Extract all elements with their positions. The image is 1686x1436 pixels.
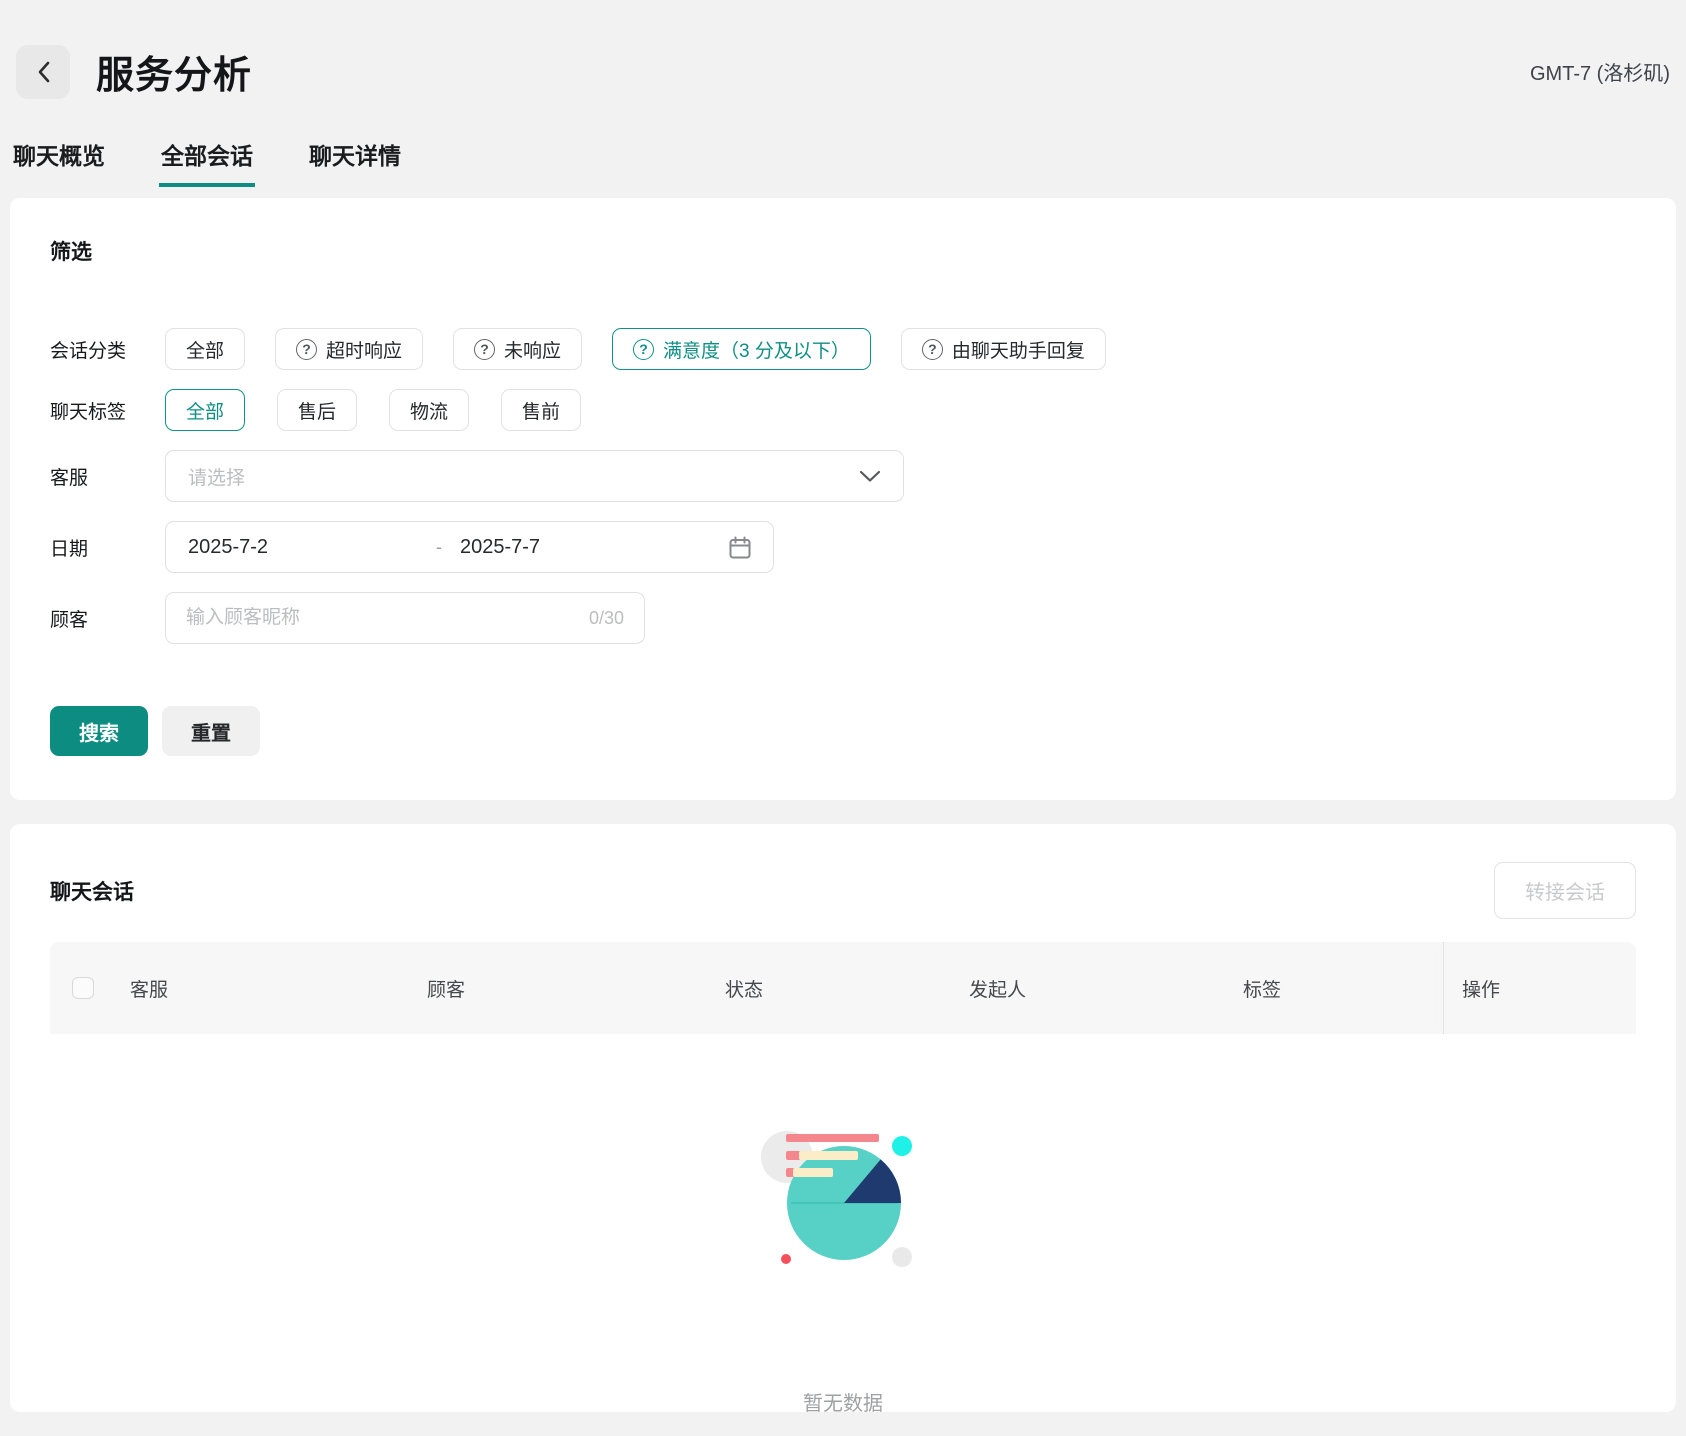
filter-title: 筛选 bbox=[50, 236, 1636, 266]
agent-select[interactable]: 请选择 bbox=[165, 450, 904, 502]
column-header: 标签 bbox=[1243, 975, 1281, 1002]
tag-chip[interactable]: 物流 bbox=[389, 389, 469, 431]
category-chip[interactable]: ? 由聊天助手回复 bbox=[901, 328, 1106, 370]
category-chips: 全部 ? 超时响应 ? 未响应 ? 满意度（3 分及以下） bbox=[165, 328, 1106, 370]
category-chip[interactable]: ? 未响应 bbox=[453, 328, 582, 370]
chip-label: 全部 bbox=[186, 336, 224, 363]
filter-row-date: 日期 2025-7-2 - 2025-7-7 bbox=[50, 521, 1636, 573]
tab-label: 聊天详情 bbox=[309, 143, 401, 169]
sessions-table: 客服 顾客 状态 发起人 标签 操作 bbox=[50, 942, 1636, 1410]
chip-label: 由聊天助手回复 bbox=[952, 336, 1085, 363]
tab-label: 聊天概览 bbox=[13, 143, 105, 169]
transfer-session-button[interactable]: 转接会话 bbox=[1494, 862, 1636, 919]
char-counter: 0/30 bbox=[589, 608, 624, 629]
sessions-title: 聊天会话 bbox=[50, 876, 134, 906]
date-range-picker[interactable]: 2025-7-2 - 2025-7-7 bbox=[165, 521, 774, 573]
reset-button[interactable]: 重置 bbox=[162, 706, 260, 756]
question-circle-icon: ? bbox=[296, 339, 317, 360]
page-title: 服务分析 bbox=[96, 44, 252, 99]
topbar: 服务分析 GMT-7 (洛杉矶) bbox=[0, 0, 1686, 99]
category-label: 会话分类 bbox=[50, 336, 165, 363]
calendar-icon bbox=[729, 536, 751, 559]
date-separator: - bbox=[436, 537, 442, 558]
chevron-left-icon bbox=[37, 61, 50, 83]
table-header: 客服 顾客 状态 发起人 标签 操作 bbox=[50, 942, 1636, 1034]
illo-dot bbox=[892, 1247, 912, 1267]
column-header: 发起人 bbox=[969, 975, 1026, 1002]
service-analysis-page: 服务分析 GMT-7 (洛杉矶) 聊天概览 全部会话 聊天详情 筛选 会话分类 bbox=[0, 0, 1686, 1436]
category-chip[interactable]: 全部 bbox=[165, 328, 245, 370]
tab[interactable]: 聊天概览 bbox=[11, 141, 107, 187]
chip-label: 超时响应 bbox=[326, 336, 402, 363]
tag-chip[interactable]: 全部 bbox=[165, 389, 245, 431]
agent-select-placeholder: 请选择 bbox=[188, 463, 245, 490]
question-circle-icon: ? bbox=[474, 339, 495, 360]
chip-label: 全部 bbox=[186, 397, 224, 424]
tab-label: 全部会话 bbox=[161, 143, 253, 169]
chevron-down-icon bbox=[859, 469, 881, 483]
column-header: 状态 bbox=[725, 975, 763, 1002]
illo-dot bbox=[781, 1254, 791, 1264]
chip-label: 物流 bbox=[410, 397, 448, 424]
chip-label: 售前 bbox=[522, 397, 560, 424]
tag-chips: 全部 售后 物流 售前 bbox=[165, 389, 581, 431]
tab[interactable]: 全部会话 bbox=[159, 141, 255, 187]
date-label: 日期 bbox=[50, 534, 165, 561]
illo-dot bbox=[892, 1136, 912, 1156]
filter-actions: 搜索 重置 bbox=[50, 706, 1636, 756]
filter-row-category: 会话分类 全部 ? 超时响应 ? 未响应 bbox=[50, 328, 1636, 370]
timezone-label: GMT-7 (洛杉矶) bbox=[1530, 57, 1670, 86]
filter-card: 筛选 会话分类 全部 ? 超时响应 ? 未响应 bbox=[10, 198, 1676, 800]
customer-input[interactable] bbox=[186, 607, 589, 629]
table-body: 暂无数据 bbox=[50, 1034, 1636, 1410]
category-chip[interactable]: ? 满意度（3 分及以下） bbox=[612, 328, 871, 370]
filter-row-agent: 客服 请选择 bbox=[50, 450, 1636, 502]
tab-bar: 聊天概览 全部会话 聊天详情 bbox=[0, 141, 1686, 187]
column-header: 客服 bbox=[130, 975, 168, 1002]
tab[interactable]: 聊天详情 bbox=[307, 141, 403, 187]
pie-chart-icon bbox=[787, 1146, 901, 1260]
question-circle-icon: ? bbox=[633, 339, 654, 360]
tag-chip[interactable]: 售前 bbox=[501, 389, 581, 431]
category-chip[interactable]: ? 超时响应 bbox=[275, 328, 423, 370]
column-header-action: 操作 bbox=[1462, 975, 1500, 1002]
fixed-column-divider bbox=[1443, 942, 1444, 1034]
agent-label: 客服 bbox=[50, 463, 165, 490]
select-all-checkbox[interactable] bbox=[72, 977, 94, 999]
search-button[interactable]: 搜索 bbox=[50, 706, 148, 756]
empty-pie-chart-illustration bbox=[744, 1114, 944, 1274]
customer-input-wrap: 0/30 bbox=[165, 592, 645, 644]
chip-label: 满意度（3 分及以下） bbox=[663, 336, 850, 363]
column-header: 顾客 bbox=[427, 975, 465, 1002]
question-circle-icon: ? bbox=[922, 339, 943, 360]
illo-bar bbox=[799, 1151, 858, 1160]
tag-chip[interactable]: 售后 bbox=[277, 389, 357, 431]
illo-bar bbox=[793, 1168, 833, 1177]
sessions-header: 聊天会话 转接会话 bbox=[50, 862, 1636, 919]
illo-bar bbox=[786, 1134, 879, 1142]
date-end-value[interactable]: 2025-7-7 bbox=[460, 536, 729, 559]
customer-label: 顾客 bbox=[50, 605, 165, 632]
date-start-value[interactable]: 2025-7-2 bbox=[188, 536, 436, 559]
chip-label: 未响应 bbox=[504, 336, 561, 363]
filter-row-tags: 聊天标签 全部 售后 物流 售前 bbox=[50, 389, 1636, 431]
sessions-card: 聊天会话 转接会话 客服 顾客 状态 发起人 标签 bbox=[10, 824, 1676, 1412]
chip-label: 售后 bbox=[298, 397, 336, 424]
empty-state-text: 暂无数据 bbox=[50, 1387, 1636, 1416]
filter-row-customer: 顾客 0/30 bbox=[50, 592, 1636, 644]
tags-label: 聊天标签 bbox=[50, 397, 165, 424]
back-button[interactable] bbox=[16, 45, 70, 99]
